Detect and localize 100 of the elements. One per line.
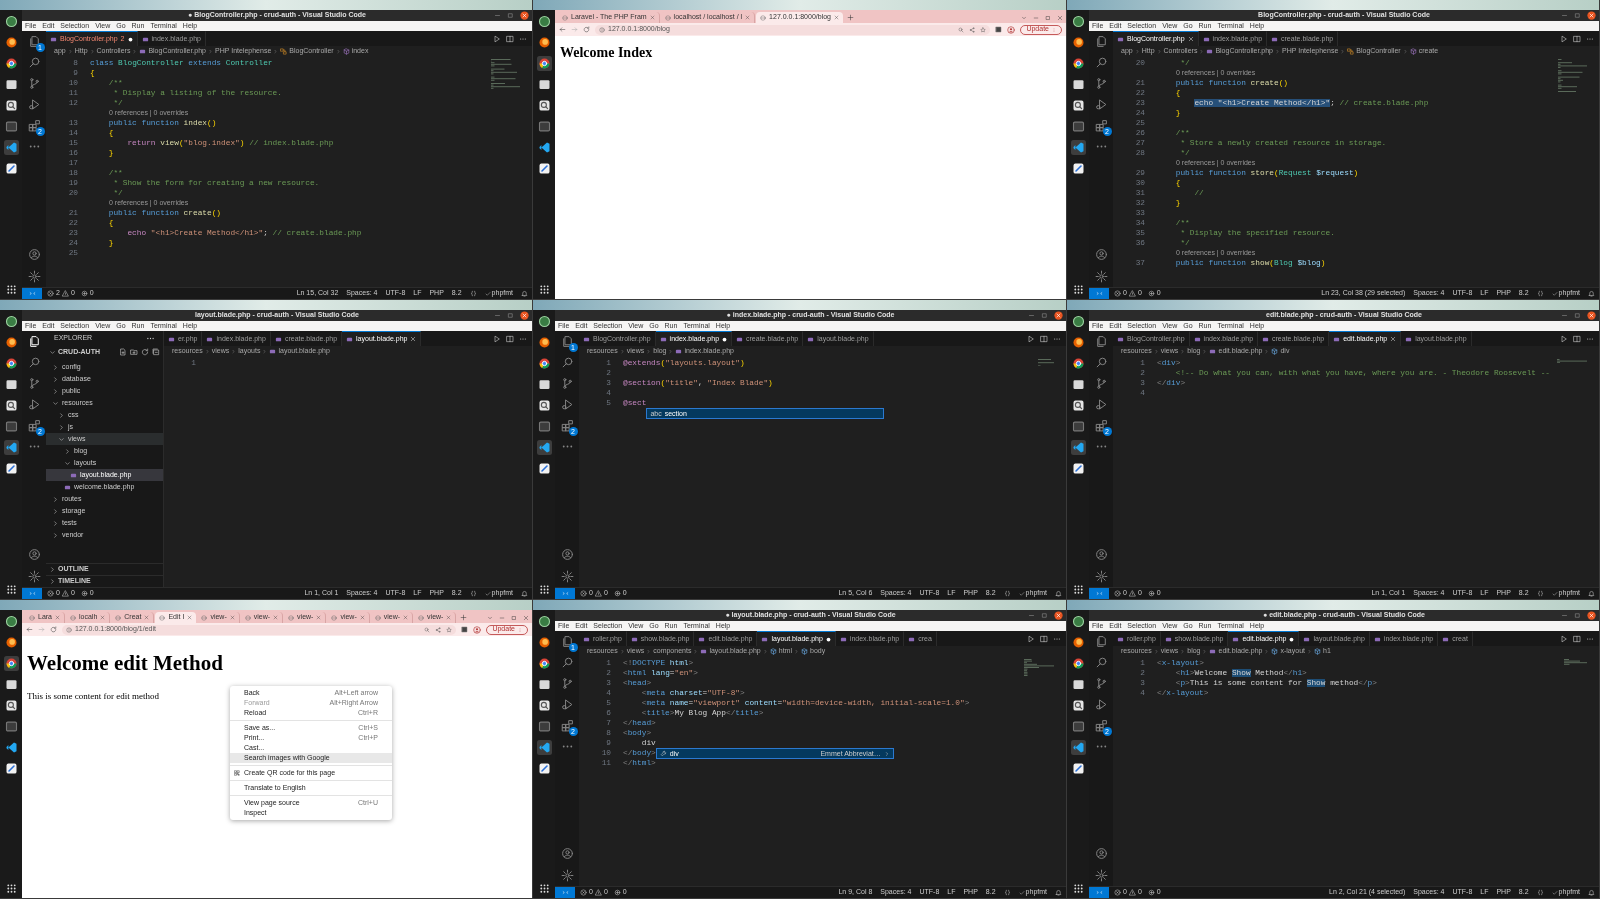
minimize-icon[interactable] <box>1561 612 1568 619</box>
flame-icon[interactable] <box>1070 35 1086 50</box>
run-icon[interactable] <box>1560 634 1568 643</box>
braces-icon[interactable] <box>469 290 477 297</box>
terminal-icon[interactable] <box>3 419 19 434</box>
browser-icon[interactable] <box>536 56 552 71</box>
braces-icon[interactable] <box>1003 590 1011 597</box>
apps-grid-icon[interactable] <box>538 584 550 595</box>
search-icon[interactable] <box>1094 56 1108 69</box>
close-icon[interactable] <box>1587 11 1596 20</box>
braces-icon[interactable] <box>1536 290 1544 297</box>
settings-icon[interactable] <box>1094 869 1108 882</box>
files-icon[interactable] <box>560 335 574 348</box>
run-debug-icon[interactable] <box>27 398 41 411</box>
bell-icon[interactable] <box>1055 889 1062 896</box>
flame-icon[interactable] <box>536 635 552 650</box>
extensions-icon[interactable] <box>27 119 41 132</box>
braces-icon[interactable] <box>1536 889 1544 896</box>
share-icon[interactable] <box>969 26 976 33</box>
minimize-icon[interactable] <box>494 312 501 319</box>
run-icon[interactable] <box>1027 334 1035 343</box>
new-file-icon[interactable] <box>119 348 127 356</box>
run-icon[interactable] <box>1027 634 1035 643</box>
code-editor-icon[interactable] <box>536 740 552 755</box>
code-editor-icon[interactable] <box>536 440 552 455</box>
minimize-icon[interactable] <box>1561 12 1568 19</box>
code-editor-icon[interactable] <box>1070 740 1086 755</box>
split-editor-icon[interactable] <box>506 34 514 43</box>
side-panel-icon[interactable] <box>995 26 1003 33</box>
flame-icon[interactable] <box>1070 335 1086 350</box>
search-icon[interactable] <box>27 356 41 369</box>
run-debug-icon[interactable] <box>1094 98 1108 111</box>
source-control-icon[interactable] <box>560 377 574 390</box>
code-editor-icon[interactable] <box>3 140 19 155</box>
files-icon[interactable] <box>560 635 574 648</box>
browser-icon[interactable] <box>1070 656 1086 671</box>
flame-icon[interactable] <box>3 35 19 50</box>
globe-icon[interactable] <box>536 14 552 29</box>
flame-icon[interactable] <box>536 335 552 350</box>
apps-grid-icon[interactable] <box>538 284 550 295</box>
maximize-icon[interactable] <box>1045 15 1051 21</box>
bell-icon[interactable] <box>521 290 528 297</box>
close-icon[interactable] <box>1587 311 1596 320</box>
back-icon[interactable] <box>559 26 566 33</box>
globe-icon[interactable] <box>3 314 19 329</box>
apps-grid-icon[interactable] <box>1072 284 1084 295</box>
terminal-icon[interactable] <box>536 719 552 734</box>
terminal-icon[interactable] <box>1070 119 1086 134</box>
flame-icon[interactable] <box>3 335 19 350</box>
minimize-icon[interactable] <box>494 12 501 19</box>
run-debug-icon[interactable] <box>27 98 41 111</box>
close-icon[interactable] <box>520 311 529 320</box>
run-debug-icon[interactable] <box>560 398 574 411</box>
account-icon[interactable] <box>1094 548 1108 561</box>
new-folder-icon[interactable] <box>130 348 138 356</box>
account-icon[interactable] <box>27 248 41 261</box>
close-icon[interactable] <box>1054 311 1063 320</box>
settings-icon[interactable] <box>27 270 41 283</box>
apps-grid-icon[interactable] <box>5 284 17 295</box>
browser-icon[interactable] <box>3 656 19 671</box>
bell-icon[interactable] <box>1588 590 1595 597</box>
braces-icon[interactable] <box>1003 889 1011 896</box>
collapse-icon[interactable] <box>152 348 160 356</box>
browser-icon[interactable] <box>3 56 19 71</box>
apps-grid-icon[interactable] <box>5 883 17 894</box>
extensions-icon[interactable] <box>560 419 574 432</box>
account-icon[interactable] <box>1094 847 1108 860</box>
search-icon[interactable] <box>27 56 41 69</box>
run-icon[interactable] <box>493 334 501 343</box>
code-editor-icon[interactable] <box>1070 440 1086 455</box>
files-icon[interactable] <box>27 35 41 48</box>
flame-icon[interactable] <box>536 35 552 50</box>
minimize-icon[interactable] <box>1561 312 1568 319</box>
apps-grid-icon[interactable] <box>5 584 17 595</box>
terminal-icon[interactable] <box>1070 719 1086 734</box>
bell-icon[interactable] <box>1588 290 1595 297</box>
globe-icon[interactable] <box>1070 14 1086 29</box>
braces-icon[interactable] <box>1536 590 1544 597</box>
globe-icon[interactable] <box>1070 314 1086 329</box>
run-debug-icon[interactable] <box>1094 398 1108 411</box>
close-icon[interactable] <box>1587 611 1596 620</box>
browser-icon[interactable] <box>536 656 552 671</box>
new-tab-icon[interactable] <box>460 614 468 621</box>
minimize-icon[interactable] <box>1028 312 1035 319</box>
run-icon[interactable] <box>493 34 501 43</box>
terminal-icon[interactable] <box>536 419 552 434</box>
extensions-icon[interactable] <box>1094 119 1108 132</box>
terminal-icon[interactable] <box>536 119 552 134</box>
files-icon[interactable] <box>27 335 41 348</box>
terminal-icon[interactable] <box>1070 419 1086 434</box>
split-editor-icon[interactable] <box>1573 634 1581 643</box>
run-icon[interactable] <box>1560 334 1568 343</box>
account-icon[interactable] <box>27 548 41 561</box>
back-icon[interactable] <box>26 626 33 633</box>
search-icon[interactable] <box>560 356 574 369</box>
refresh-icon[interactable] <box>141 348 149 356</box>
source-control-icon[interactable] <box>1094 677 1108 690</box>
reload-icon[interactable] <box>50 626 57 633</box>
globe-icon[interactable] <box>536 614 552 629</box>
browser-icon[interactable] <box>536 356 552 371</box>
